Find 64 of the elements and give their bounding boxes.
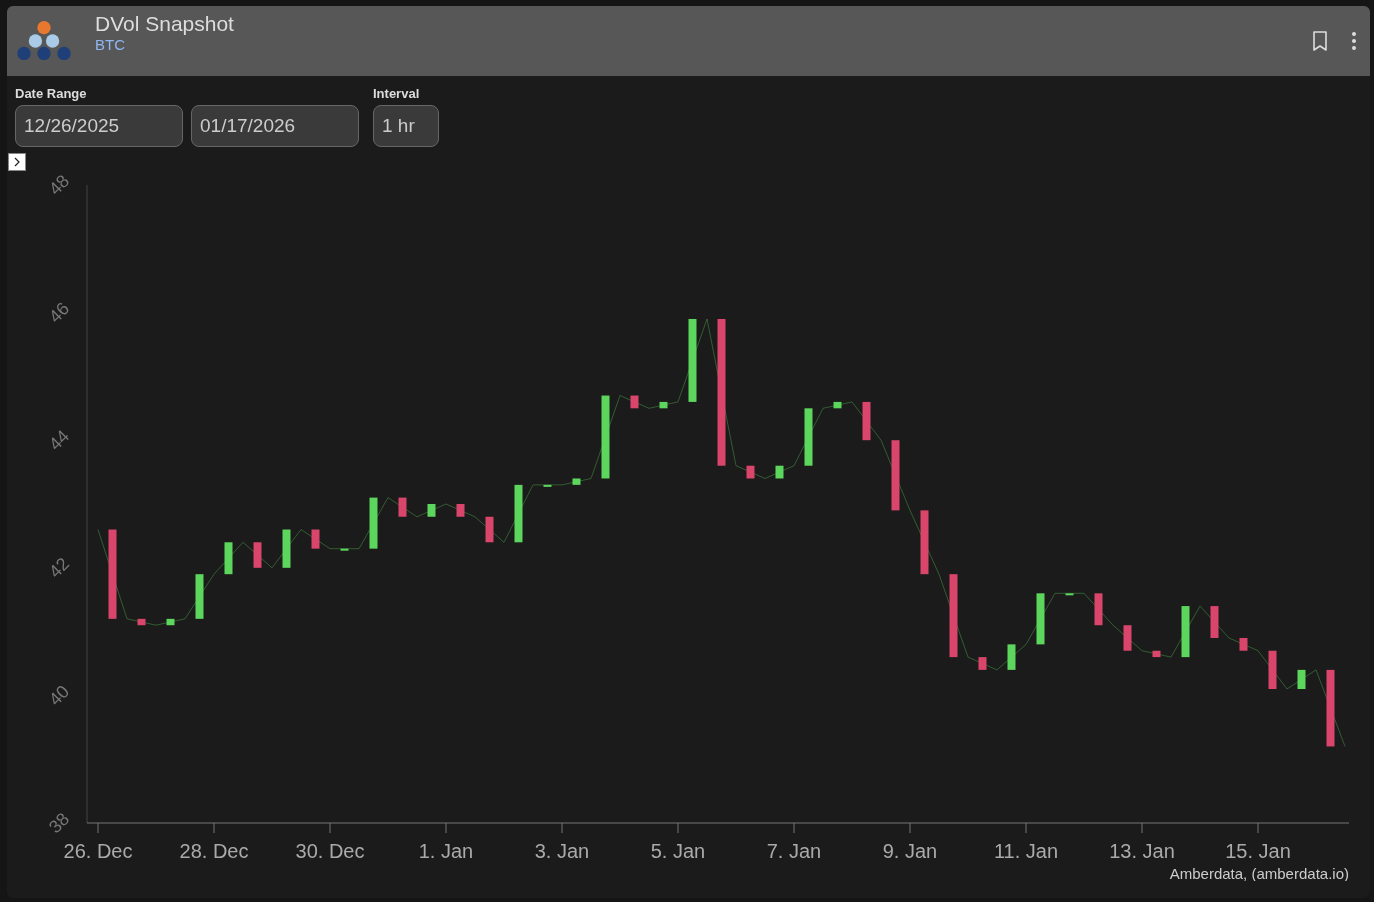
candle [1065, 593, 1074, 596]
candle [630, 395, 639, 409]
y-tick-label: 48 [44, 170, 74, 200]
candle [1239, 638, 1248, 651]
candle [1036, 593, 1045, 645]
x-tick-label: 26. Dec [63, 840, 133, 862]
candle [137, 618, 146, 626]
y-tick-label: 40 [44, 681, 74, 710]
x-tick-label: 30. Dec [295, 840, 365, 862]
y-tick-label: 46 [44, 298, 74, 327]
candle [224, 542, 233, 575]
candle [398, 497, 407, 517]
candle [1152, 650, 1161, 658]
candle [195, 574, 204, 619]
interval-label: Interval [373, 86, 421, 101]
candle [369, 497, 378, 549]
candle [804, 408, 813, 466]
candle [746, 465, 755, 479]
x-tick-label: 5. Jan [650, 840, 706, 862]
candle [485, 516, 494, 543]
candle [1181, 606, 1190, 658]
candle [166, 618, 175, 626]
candle [427, 504, 436, 517]
candle [543, 484, 552, 487]
x-tick-label: 28. Dec [179, 840, 249, 862]
candle [514, 484, 523, 543]
candle [572, 478, 581, 485]
end-date-field[interactable]: 01/17/2026 [191, 105, 359, 147]
candle [311, 529, 320, 549]
candle [659, 401, 668, 409]
x-tick-label: 15. Jan [1225, 840, 1291, 862]
candle [833, 401, 842, 409]
candle [775, 465, 784, 479]
expand-button[interactable] [8, 153, 26, 171]
logo-icon [15, 20, 73, 62]
candle [1007, 644, 1016, 670]
candle [920, 510, 929, 575]
x-tick-label: 11. Jan [993, 840, 1059, 862]
x-tick-label: 7. Jan [766, 840, 822, 862]
candle [891, 440, 900, 511]
candle [1297, 669, 1306, 689]
candle [253, 542, 262, 568]
candle [456, 504, 465, 517]
candle [1094, 593, 1103, 626]
y-tick-label: 38 [44, 808, 74, 838]
interval-field[interactable]: 1 hr [373, 105, 439, 147]
y-tick-label: 42 [44, 553, 74, 582]
chevron-right-icon [12, 157, 22, 167]
start-date-field[interactable]: 12/26/2025 [15, 105, 183, 147]
candle [1123, 625, 1132, 651]
candle [1268, 650, 1277, 689]
x-tick-label: 3. Jan [534, 840, 590, 862]
candle [282, 529, 291, 568]
candle [340, 548, 349, 551]
candle [862, 401, 871, 441]
candle [1210, 606, 1219, 638]
candle [978, 657, 987, 670]
y-tick-label: 44 [44, 426, 74, 455]
widget-title: DVol Snapshot [95, 11, 235, 36]
x-tick-label: 13. Jan [1109, 840, 1175, 862]
asset-label: BTC [95, 35, 126, 53]
x-tick-label: 9. Jan [882, 840, 938, 862]
date-range-label: Date Range [15, 86, 88, 101]
x-tick-label: 1. Jan [418, 840, 474, 862]
